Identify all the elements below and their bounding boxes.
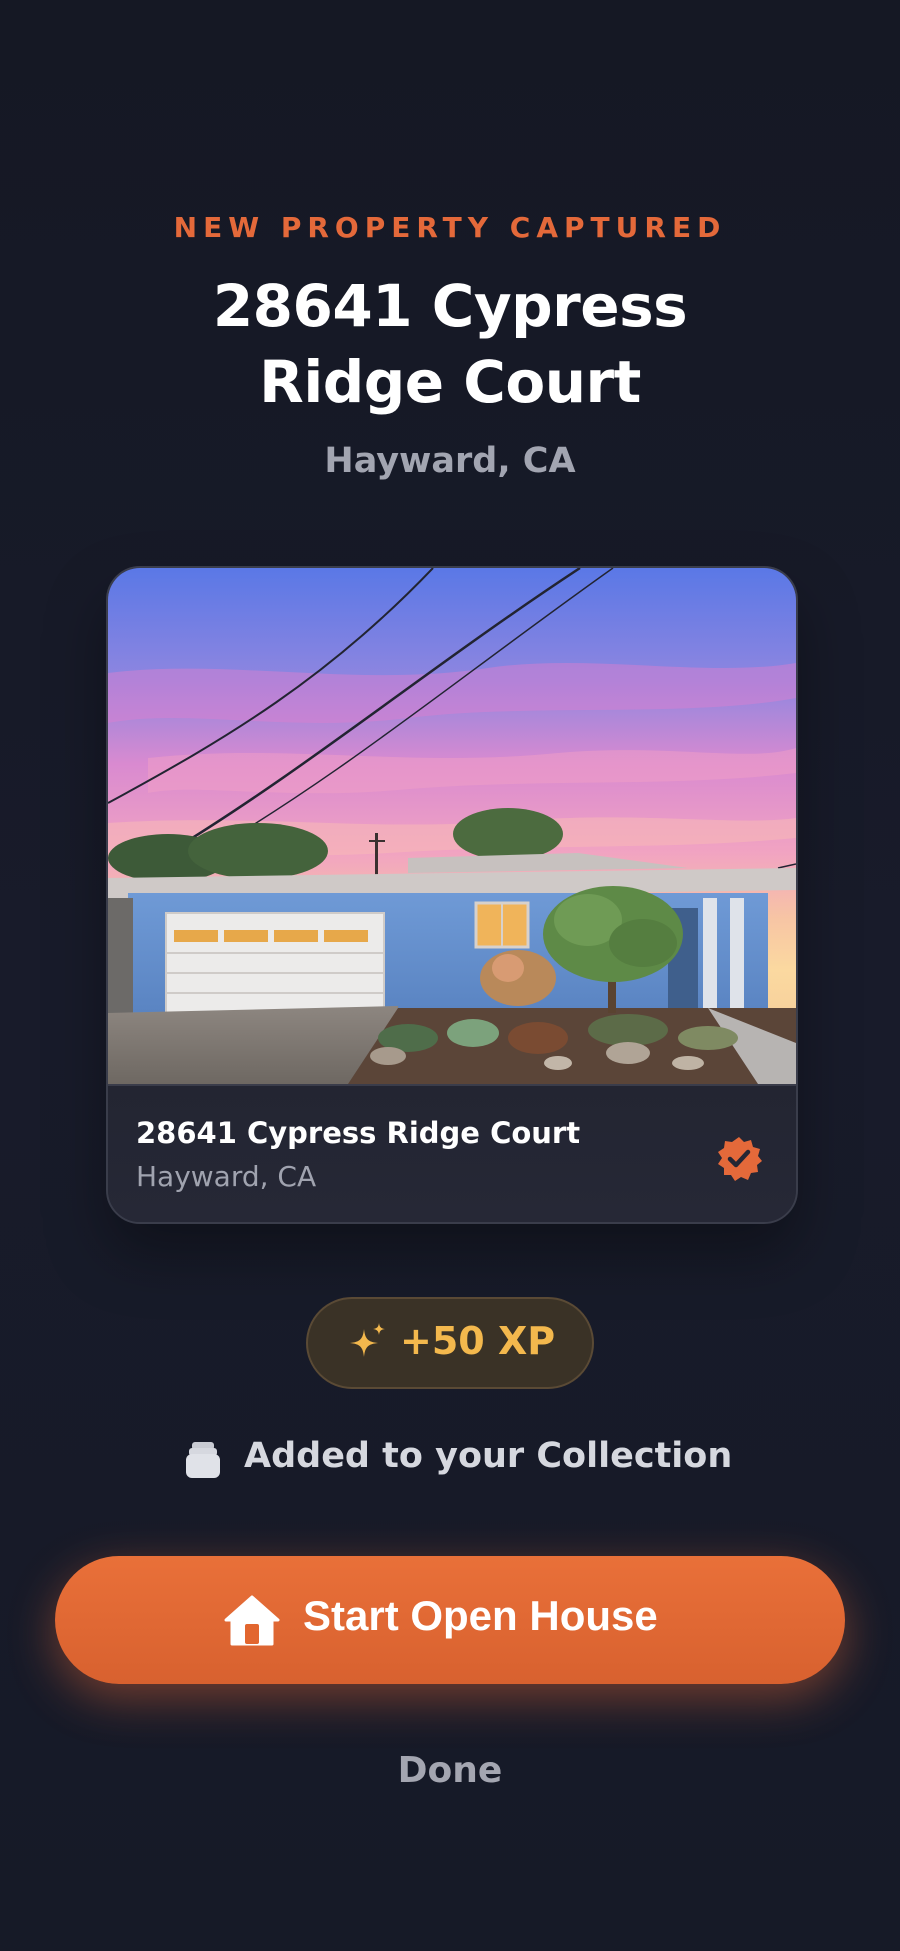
property-card-footer: 28641 Cypress Ridge Court Hayward, CA [108, 1084, 796, 1222]
xp-reward-badge: +50 XP [306, 1297, 594, 1389]
card-property-title: 28641 Cypress Ridge Court [136, 1116, 581, 1150]
xp-label: +50 XP [400, 1319, 556, 1363]
start-open-house-label: Start Open House [303, 1592, 658, 1639]
done-button[interactable]: Done [350, 1742, 550, 1798]
property-location: Hayward, CA [324, 441, 576, 481]
property-photo [108, 568, 796, 1084]
house-icon [224, 1595, 280, 1646]
verified-check-icon [718, 1137, 762, 1181]
collection-icon [186, 1442, 220, 1478]
start-open-house-button[interactable]: Start Open House [55, 1556, 845, 1684]
property-title: 28641 Cypress Ridge Court [212, 272, 688, 416]
capture-eyebrow: NEW PROPERTY CAPTURED [173, 211, 727, 244]
property-card[interactable]: 28641 Cypress Ridge Court Hayward, CA [106, 566, 798, 1224]
collection-label: Added to your Collection [244, 1436, 733, 1476]
capture-success-screen: NEW PROPERTY CAPTURED 28641 Cypress Ridg… [0, 0, 900, 1951]
card-property-location: Hayward, CA [136, 1160, 317, 1193]
sparkles-icon [350, 1323, 385, 1357]
